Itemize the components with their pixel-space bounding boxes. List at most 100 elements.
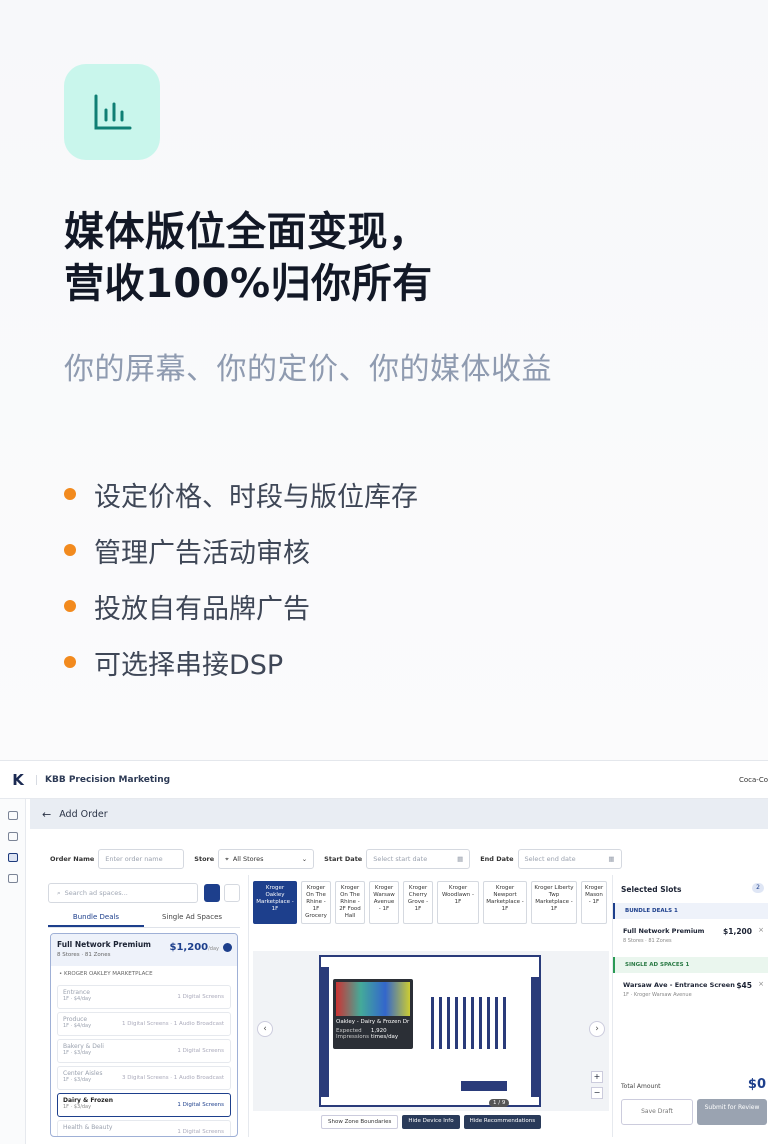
chevron-left-icon[interactable]: ‹ <box>257 1021 273 1037</box>
store-chip[interactable]: Kroger On The Rhine - 2F Food Hall <box>335 881 365 924</box>
start-date-input[interactable]: Select start date ▦ <box>366 849 471 869</box>
store-chip[interactable]: Kroger Cherry Grove - 1F <box>403 881 433 924</box>
selected-bundle-item: Full Network Premium 8 Stores · 81 Zones <box>623 927 704 944</box>
selected-slots-title: Selected Slots <box>621 885 682 894</box>
save-draft-button[interactable]: Save Draft <box>621 1099 693 1125</box>
back-arrow-icon[interactable]: ← <box>42 808 51 821</box>
tooltip-title: Oakley - Dairy & Frozen Dr <box>336 1019 410 1025</box>
search-icon: ⌕ <box>57 888 61 897</box>
tab-single-ad-spaces[interactable]: Single Ad Spaces <box>144 909 240 927</box>
calendar-button[interactable] <box>224 884 240 902</box>
zoom-out-icon[interactable]: − <box>591 1087 603 1099</box>
hero-section: 媒体版位全面变现， 营收100%归你所有 你的屏幕、你的定价、你的媒体收益 设定… <box>0 0 768 760</box>
aisle <box>471 997 474 1049</box>
store-chip[interactable]: Kroger Woodlawn - 1F <box>437 881 479 924</box>
single-ad-spaces-section: SINGLE AD SPACES 1 <box>613 957 768 973</box>
feature-item: 可选择串接DSP <box>64 634 418 690</box>
search-input[interactable]: ⌕ Search ad spaces... <box>48 883 198 903</box>
dashboard-icon[interactable] <box>7 832 18 841</box>
zone-screens: 1 Digital Screens <box>177 1048 224 1054</box>
zoom-in-icon[interactable]: + <box>591 1071 603 1083</box>
checkmark-icon <box>223 943 232 952</box>
chevron-right-icon[interactable]: › <box>589 1021 605 1037</box>
aisle <box>495 997 498 1049</box>
list-item[interactable]: Center Aisles 1F · $3/day 3 Digital Screen… <box>57 1066 231 1090</box>
selected-count-badge: 2 <box>752 883 764 893</box>
order-name-input[interactable]: Enter order name <box>98 849 185 869</box>
end-date-input[interactable]: Select end date ▦ <box>517 849 622 869</box>
bundle-header: Full Network Premium 8 Stores · 81 Zones… <box>51 934 237 966</box>
bundle-price-value: $1,200 <box>169 942 209 953</box>
logo: K <box>12 770 24 789</box>
list-item[interactable]: Produce 1F · $4/day 1 Digital Screens · 1 … <box>57 1012 231 1036</box>
bundle-card[interactable]: Full Network Premium 8 Stores · 81 Zones… <box>50 933 238 1137</box>
zone-screens: 1 Digital Screens · 1 Audio Broadcast <box>121 1021 224 1027</box>
brand-name: KBB Precision Marketing <box>36 774 170 785</box>
submit-for-review-button[interactable]: Submit for Review <box>697 1099 767 1125</box>
pin-icon: ⌖ <box>225 854 229 863</box>
hide-recommendations-button[interactable]: Hide Recommendations <box>463 1115 542 1129</box>
list-item[interactable]: Dairy & Frozen 1F · $3/day 1 Digital Scree… <box>57 1093 231 1117</box>
app-screenshot: K KBB Precision Marketing Coca-Co ← Add … <box>0 760 768 1144</box>
store-chips: Kroger Oakley Marketplace - 1F Kroger On… <box>253 881 611 924</box>
store-chip[interactable]: Kroger Liberty Twp Marketplace - 1F <box>531 881 577 924</box>
feature-text: 可选择串接DSP <box>94 649 284 681</box>
wallet-icon[interactable] <box>7 874 18 883</box>
list-item[interactable]: Health & Beauty 1 Digital Screens <box>57 1120 231 1136</box>
store-chip[interactable]: Kroger Mason - 1F <box>581 881 607 924</box>
bullet-dot-icon <box>64 488 76 500</box>
impressions-tooltip: Oakley - Dairy & Frozen Dr Expected Impr… <box>333 979 413 1049</box>
floor-plan[interactable]: Oakley - Dairy & Frozen Dr Expected Impr… <box>319 955 541 1107</box>
store-chip[interactable]: Kroger On The Rhine - 1F Grocery <box>301 881 331 924</box>
orders-icon[interactable] <box>7 853 18 862</box>
bundle-deals-section: BUNDLE DEALS 1 <box>613 903 768 919</box>
floor-map-area[interactable]: ‹ Oakley - Dairy & Frozen Dr Expected Im… <box>253 951 609 1111</box>
tab-bundle-deals[interactable]: Bundle Deals <box>48 909 144 927</box>
selected-single-item: Warsaw Ave - Entrance Screen 1F · Kroger … <box>623 981 735 998</box>
zone-screens: 1 Digital Screens <box>177 994 224 1000</box>
selected-single-meta: 1F · Kroger Warsaw Avenue <box>623 992 692 998</box>
store-chip[interactable]: Kroger Newport Marketplace - 1F <box>483 881 527 924</box>
bullet-dot-icon <box>64 656 76 668</box>
list-item[interactable]: Bakery & Deli 1F · $3/day 1 Digital Screen… <box>57 1039 231 1063</box>
account-name[interactable]: Coca-Co <box>739 776 768 784</box>
devices-icon[interactable] <box>7 811 18 820</box>
hide-device-info-button[interactable]: Hide Device Info <box>402 1115 460 1129</box>
close-icon[interactable]: × <box>758 980 764 988</box>
bar-chart-icon <box>64 64 160 160</box>
store-value: All Stores <box>232 855 264 863</box>
map-pager: 1 / 9 <box>489 1099 510 1107</box>
feature-item: 投放自有品牌广告 <box>64 578 418 634</box>
calendar-icon: ▦ <box>457 855 464 863</box>
zone-screens: 1 Digital Screens <box>177 1129 224 1135</box>
start-date-label: Start Date <box>324 855 363 863</box>
store-map-panel: Kroger Oakley Marketplace - 1F Kroger On… <box>248 875 610 1137</box>
store-chip[interactable]: Kroger Warsaw Avenue - 1F <box>369 881 399 924</box>
store-select[interactable]: ⌖ All Stores ⌄ <box>218 849 315 869</box>
end-date-label: End Date <box>480 855 514 863</box>
calendar-icon: ▦ <box>608 855 615 863</box>
list-item[interactable]: Entrance 1F · $4/day 1 Digital Screens <box>57 985 231 1009</box>
hero-title-line-1: 媒体版位全面变现， <box>64 209 429 255</box>
single-section-label: SINGLE AD SPACES <box>625 962 684 968</box>
store-label: Store <box>194 855 215 863</box>
aisle <box>503 997 506 1049</box>
order-name-label: Order Name <box>50 855 95 863</box>
aisle <box>479 997 482 1049</box>
end-date-placeholder: Select end date <box>524 855 576 863</box>
screen-preview-image <box>336 982 410 1016</box>
map-controls: Show Zone Boundaries Hide Device Info Hi… <box>321 1115 545 1129</box>
close-icon[interactable]: × <box>758 926 764 934</box>
tooltip-label: Expected Impressions <box>336 1028 369 1040</box>
zone-screens: 3 Digital Screens · 1 Audio Broadcast <box>121 1075 224 1081</box>
aisle <box>431 997 434 1049</box>
store-chip[interactable]: Kroger Oakley Marketplace - 1F <box>253 881 297 924</box>
wall-shelf <box>531 977 539 1097</box>
feature-item: 设定价格、时段与版位库存 <box>64 466 418 522</box>
bundle-section-count: 1 <box>673 908 678 914</box>
map-view-button[interactable] <box>204 884 220 902</box>
bundle-price: $1,200/day <box>170 942 219 953</box>
selected-bundle-meta: 8 Stores · 81 Zones <box>623 938 672 944</box>
tooltip-value: 1,920 times/day <box>370 1028 399 1040</box>
show-zone-boundaries-button[interactable]: Show Zone Boundaries <box>321 1115 399 1129</box>
